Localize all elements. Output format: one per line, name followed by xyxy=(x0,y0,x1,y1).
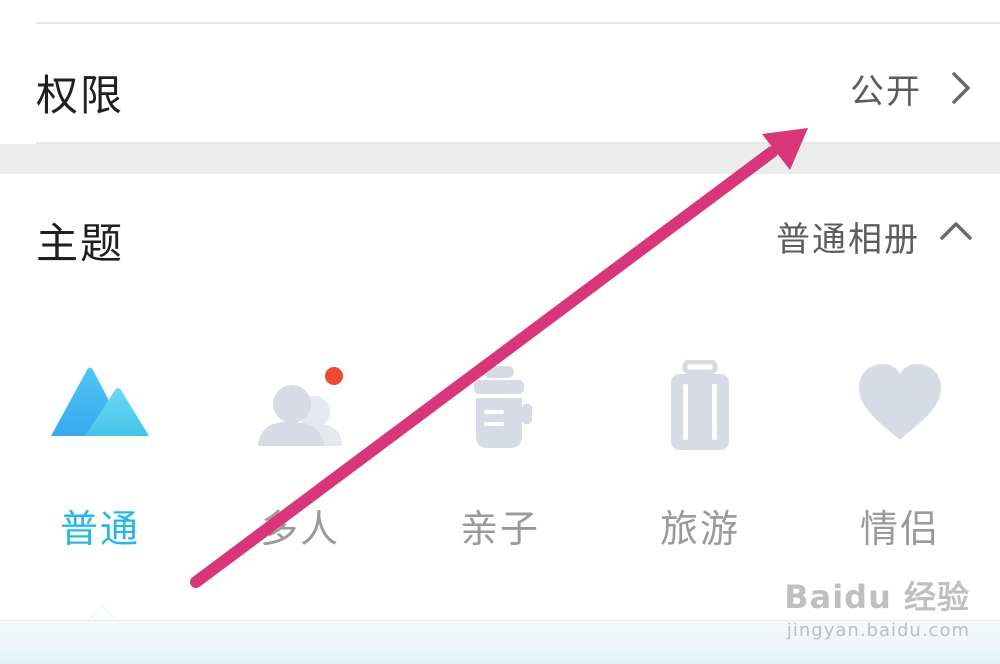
baby-bottle-icon xyxy=(460,360,540,454)
theme-option-label: 旅游 xyxy=(659,507,740,551)
theme-option-normal[interactable]: 普通 xyxy=(10,340,190,560)
chevron-up-icon xyxy=(938,218,974,246)
mountain-icon xyxy=(45,360,155,444)
chevron-right-icon xyxy=(950,70,972,110)
permission-row[interactable]: 权限 公开 xyxy=(0,40,1000,142)
theme-row[interactable]: 主题 普通相册 xyxy=(0,196,1000,280)
theme-option-family[interactable]: 亲子 xyxy=(410,340,590,560)
suitcase-icon xyxy=(665,359,735,460)
watermark: Baidu 经验 jingyan.baidu.com xyxy=(784,572,970,641)
theme-option-travel[interactable]: 旅游 xyxy=(610,340,790,560)
heart-icon xyxy=(855,360,945,448)
theme-option-label: 普通 xyxy=(59,507,140,551)
theme-option-label: 多人 xyxy=(259,507,340,551)
section-gap xyxy=(0,144,1000,174)
watermark-sub: jingyan.baidu.com xyxy=(786,620,970,641)
theme-title: 主题 xyxy=(36,219,125,268)
theme-option-group[interactable]: 多人 xyxy=(210,340,390,560)
top-divider xyxy=(36,22,1000,24)
theme-value: 普通相册 xyxy=(776,220,920,260)
theme-options: 普通 多人 亲子 旅游 情侣 xyxy=(0,340,1000,560)
notification-dot xyxy=(325,367,343,385)
theme-option-couple[interactable]: 情侣 xyxy=(810,340,990,560)
selection-pointer xyxy=(88,604,116,620)
permission-value: 公开 xyxy=(850,72,922,112)
theme-option-label: 情侣 xyxy=(859,507,940,551)
theme-option-label: 亲子 xyxy=(459,507,540,551)
watermark-main: Baidu 经验 xyxy=(784,578,970,616)
people-icon xyxy=(250,360,350,454)
permission-title: 权限 xyxy=(36,71,125,120)
